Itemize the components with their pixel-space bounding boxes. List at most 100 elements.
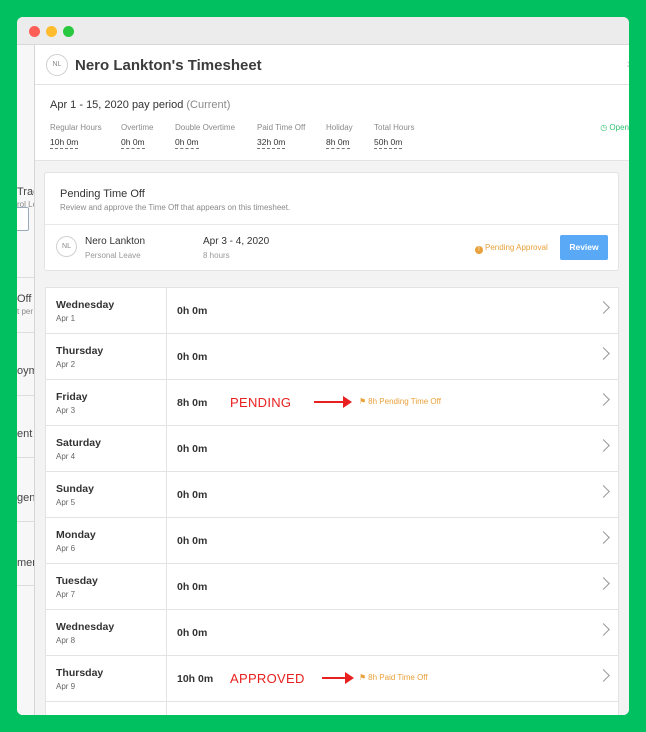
day-row-monday-apr6[interactable]: Monday Apr 6 0h 0m — [46, 518, 618, 564]
clock-icon: ◷ — [600, 123, 608, 132]
day-row-wednesday-apr1[interactable]: Wednesday Apr 1 0h 0m — [46, 288, 618, 334]
stat-overtime: Overtime 0h 0m — [121, 123, 153, 150]
divider — [166, 334, 167, 379]
day-row-thursday-apr9[interactable]: Thursday Apr 9 10h 0m APPROVED ⚑ 8h Paid … — [46, 656, 618, 702]
flag-icon: ⚑ — [359, 673, 367, 682]
divider — [166, 380, 167, 425]
approved-annotation: APPROVED — [230, 671, 305, 686]
leave-dates: Apr 3 - 4, 2020 — [203, 236, 270, 247]
arrow-right-icon — [314, 396, 352, 408]
maximize-window-button[interactable] — [63, 26, 74, 37]
review-button[interactable]: Review — [560, 235, 608, 260]
day-hours: 10h 0m — [177, 673, 214, 685]
chevron-right-icon[interactable] — [597, 577, 610, 590]
day-date: Apr 2 — [56, 360, 76, 369]
divider — [166, 472, 167, 517]
warning-icon: ! — [475, 246, 483, 254]
stat-double-overtime: Double Overtime 0h 0m — [175, 123, 235, 150]
chevron-right-icon[interactable] — [597, 485, 610, 498]
bg-nav-item: gen — [17, 492, 36, 504]
close-panel-chevron-icon[interactable]: › — [626, 55, 629, 71]
arrow-right-icon — [322, 672, 354, 684]
day-row-sunday-apr5[interactable]: Sunday Apr 5 0h 0m — [46, 472, 618, 518]
paid-time-off-tag[interactable]: ⚑ 8h Paid Time Off — [359, 673, 428, 682]
day-date: Apr 8 — [56, 636, 76, 645]
bg-input — [17, 207, 29, 231]
chevron-right-icon[interactable] — [597, 623, 610, 636]
day-name: Tuesday — [56, 575, 98, 587]
day-hours: 0h 0m — [177, 535, 208, 547]
day-name: Friday — [56, 391, 88, 403]
day-row-saturday-apr4[interactable]: Saturday Apr 4 0h 0m — [46, 426, 618, 472]
stat-value[interactable]: 10h 0m — [50, 137, 79, 149]
day-row-partial[interactable] — [46, 702, 618, 715]
avatar: NL — [46, 54, 68, 76]
day-row-friday-apr3[interactable]: Friday Apr 3 8h 0m PENDING ⚑ 8h Pending T… — [46, 380, 618, 426]
leave-hours: 8 hours — [203, 251, 230, 260]
title-bar — [17, 17, 629, 45]
day-row-tuesday-apr7[interactable]: Tuesday Apr 7 0h 0m — [46, 564, 618, 610]
stat-value[interactable]: 8h 0m — [326, 137, 350, 149]
stat-value[interactable]: 50h 0m — [374, 137, 403, 149]
divider — [166, 702, 167, 715]
divider — [166, 610, 167, 655]
chevron-right-icon[interactable] — [597, 301, 610, 314]
pending-annotation: PENDING — [230, 395, 292, 410]
chevron-right-icon[interactable] — [597, 347, 610, 360]
stat-value[interactable]: 32h 0m — [257, 137, 286, 149]
day-name: Monday — [56, 529, 96, 541]
day-list: Wednesday Apr 1 0h 0m Thursday Apr 2 0h … — [45, 287, 619, 715]
chevron-right-icon[interactable] — [597, 669, 610, 682]
day-row-thursday-apr2[interactable]: Thursday Apr 2 0h 0m — [46, 334, 618, 380]
pending-approval-status: ! Pending Approval — [475, 243, 548, 254]
status-badge: ◷ Open — [600, 123, 629, 132]
pending-time-off-card: Pending Time Off Review and approve the … — [44, 172, 619, 271]
divider — [166, 564, 167, 609]
pay-period-current: (Current) — [186, 99, 231, 111]
divider — [166, 426, 167, 471]
timesheet-panel: NL Nero Lankton's Timesheet › Apr 1 - 15… — [34, 45, 629, 715]
stat-value[interactable]: 0h 0m — [175, 137, 199, 149]
avatar: NL — [56, 236, 77, 257]
day-name: Wednesday — [56, 299, 115, 311]
day-row-wednesday-apr8[interactable]: Wednesday Apr 8 0h 0m — [46, 610, 618, 656]
bg-nav-item: ent — [17, 428, 33, 440]
chevron-right-icon[interactable] — [597, 393, 610, 406]
day-name: Saturday — [56, 437, 101, 449]
day-name: Thursday — [56, 667, 104, 679]
pending-time-off-tag[interactable]: ⚑ 8h Pending Time Off — [359, 397, 441, 406]
chevron-right-icon[interactable] — [597, 439, 610, 452]
tag-label: 8h Pending Time Off — [368, 397, 441, 406]
day-name: Wednesday — [56, 621, 115, 633]
employee-name: Nero Lankton — [85, 236, 146, 247]
day-hours: 8h 0m — [177, 397, 208, 409]
status-label: Open — [609, 123, 629, 132]
day-date: Apr 7 — [56, 590, 76, 599]
bg-nav-item: Off — [17, 293, 32, 305]
divider — [166, 656, 167, 701]
page-title: Nero Lankton's Timesheet — [75, 57, 262, 74]
day-name: Thursday — [56, 345, 104, 357]
stat-label: Paid Time Off — [257, 123, 306, 132]
day-hours: 0h 0m — [177, 489, 208, 501]
divider — [166, 518, 167, 563]
divider — [166, 288, 167, 333]
app-window: Trac rol Le Off t per oym ent gen men NL… — [17, 17, 629, 715]
flag-icon: ⚑ — [359, 397, 367, 406]
pending-description: Review and approve the Time Off that app… — [60, 203, 291, 212]
stat-label: Double Overtime — [175, 123, 236, 132]
divider — [45, 224, 618, 225]
day-hours: 0h 0m — [177, 305, 208, 317]
stat-label: Total Hours — [374, 123, 415, 132]
stat-holiday: Holiday 8h 0m — [326, 123, 353, 150]
day-date: Apr 3 — [56, 406, 76, 415]
stat-label: Overtime — [121, 123, 154, 132]
pay-period-summary: Apr 1 - 15, 2020 pay period (Current) Re… — [35, 85, 629, 161]
stat-value[interactable]: 0h 0m — [121, 137, 145, 149]
day-hours: 0h 0m — [177, 627, 208, 639]
minimize-window-button[interactable] — [46, 26, 57, 37]
timesheet-header: NL Nero Lankton's Timesheet › — [35, 45, 629, 85]
day-date: Apr 9 — [56, 682, 76, 691]
close-window-button[interactable] — [29, 26, 40, 37]
chevron-right-icon[interactable] — [597, 531, 610, 544]
